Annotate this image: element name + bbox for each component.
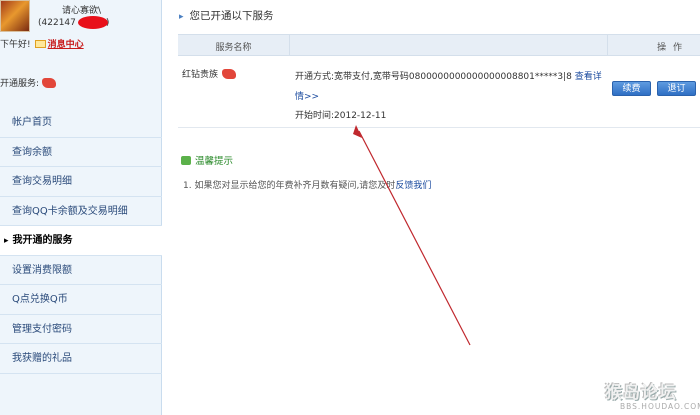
column-header-operation: 操 作 [657, 43, 684, 53]
tips-heading: 温馨提示 [181, 153, 233, 167]
sidebar-item-account-home[interactable]: 帐户首页 [0, 108, 162, 138]
tips-line: 1. 如果您对显示给您的年费补齐月数有疑问,请您及时反馈我们 [183, 178, 431, 191]
services-table: 服务名称 操 作 红钻贵族 开通方式:宽带支付,宽带号码080000000000… [178, 34, 700, 128]
screen: 请心寡欲\ (422147) 下午好! 消息中心 开通服务: 帐户首页 查询余额… [0, 0, 700, 415]
user-nickname: 请心寡欲\ [62, 6, 102, 16]
service-start-date: 开始时间:2012-12-11 [295, 111, 387, 121]
service-name: 红钻贵族 [182, 67, 237, 80]
sidebar: 请心寡欲\ (422147) 下午好! 消息中心 开通服务: 帐户首页 查询余额… [0, 0, 162, 415]
service-method: 开通方式:宽带支付,宽带号码0800000000000000008801****… [295, 72, 575, 82]
tips-title: 温馨提示 [195, 156, 234, 167]
watermark-logo: 猴岛论坛 [605, 383, 677, 403]
sidebar-item-payment-password[interactable]: 管理支付密码 [0, 315, 162, 344]
section-title: 您已开通以下服务 [179, 8, 274, 23]
greeting-text: 下午好! [0, 40, 31, 50]
red-diamond-icon [222, 68, 237, 79]
sidebar-item-gifts[interactable]: 我获赠的礼品 [0, 344, 162, 374]
greeting-row: 下午好! 消息中心 [0, 37, 84, 50]
main-content: 您已开通以下服务 服务名称 操 作 红钻贵族 开通方式:宽带支付,宽带号码080… [163, 0, 700, 415]
header-divider [289, 35, 290, 56]
sidebar-item-transactions[interactable]: 查询交易明细 [0, 167, 162, 197]
service-detail: 开通方式:宽带支付,宽带号码0800000000000000008801****… [295, 68, 607, 127]
services-row: 开通服务: [0, 76, 57, 89]
message-center-link[interactable]: 消息中心 [48, 37, 84, 50]
sidebar-item-qq-card[interactable]: 查询QQ卡余额及交易明细 [0, 197, 162, 226]
sidebar-item-qpoint-exchange[interactable]: Q点兑换Q币 [0, 285, 162, 315]
sidebar-item-spending-limit[interactable]: 设置消费限额 [0, 256, 162, 285]
service-name-text: 红钻贵族 [182, 70, 219, 80]
user-id-number: (422147 [38, 18, 76, 28]
table-row: 红钻贵族 开通方式:宽带支付,宽带号码080000000000000000880… [178, 56, 700, 128]
tips-line-text: 1. 如果您对显示给您的年费补齐月数有疑问,请您及时 [183, 181, 396, 191]
table-header: 服务名称 操 作 [178, 34, 700, 56]
unsubscribe-button[interactable]: 退订 [657, 81, 696, 96]
services-label: 开通服务: [0, 79, 40, 89]
redaction-mark [78, 16, 108, 29]
watermark-url: BBS.HOUDAO.COM [620, 402, 700, 411]
feedback-link[interactable]: 反馈我们 [395, 181, 431, 191]
tip-icon [181, 155, 191, 165]
column-header-name: 服务名称 [215, 43, 252, 53]
red-diamond-icon[interactable] [42, 77, 57, 88]
envelope-icon [34, 39, 46, 48]
sidebar-menu: 帐户首页 查询余额 查询交易明细 查询QQ卡余额及交易明细 我开通的服务 设置消… [0, 108, 162, 374]
sidebar-item-my-services[interactable]: 我开通的服务 [0, 226, 162, 256]
sidebar-item-balance[interactable]: 查询余额 [0, 138, 162, 167]
avatar[interactable] [0, 0, 30, 32]
header-divider [607, 35, 608, 56]
renew-button[interactable]: 续费 [612, 81, 651, 96]
